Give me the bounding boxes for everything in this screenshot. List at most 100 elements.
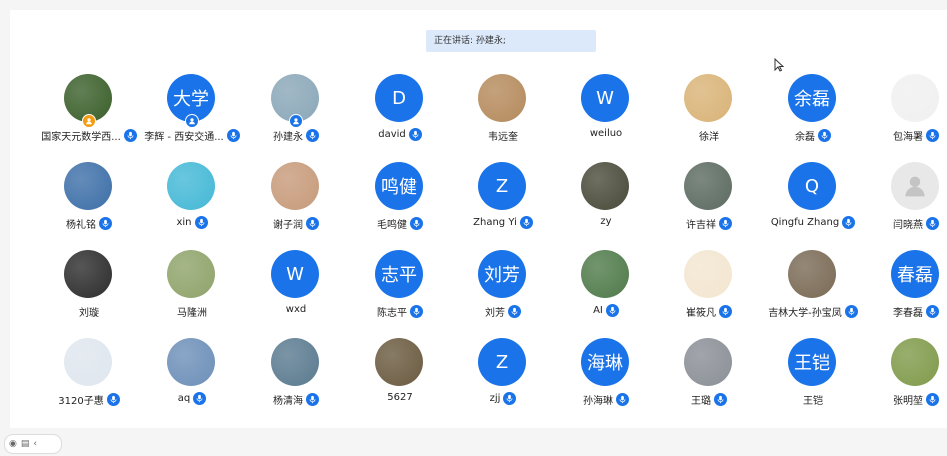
participant-tile[interactable]: 志平 陈志平 — [348, 250, 452, 336]
host-badge-icon — [185, 114, 199, 128]
microphone-icon — [616, 393, 629, 406]
avatar — [167, 338, 215, 386]
participant-tile[interactable]: Wweiluo — [554, 74, 658, 160]
microphone-icon — [926, 305, 939, 318]
participant-name: AI — [593, 305, 603, 316]
participant-tile[interactable]: 张明堃 — [864, 338, 947, 424]
participant-tile[interactable]: 余磊 余磊 — [761, 74, 865, 160]
participant-tile[interactable]: Q Qingfu Zhang — [761, 162, 865, 248]
participant-tile[interactable]: Ddavid — [348, 74, 452, 160]
participant-tile[interactable]: Zzjj — [451, 338, 555, 424]
collapse-icon[interactable]: ‹ — [33, 439, 37, 449]
avatar-initials: 志平 — [381, 265, 417, 286]
avatar — [64, 162, 112, 210]
participant-tile[interactable]: 3120子惠 — [37, 338, 141, 424]
participant-tile[interactable]: 大学李辉 - 西安交通... — [140, 74, 244, 160]
participant-tile[interactable]: 海琳 孙海琳 — [554, 338, 658, 424]
default-user-icon — [905, 176, 925, 197]
avatar — [64, 250, 112, 298]
participant-tile[interactable]: 包海署 — [864, 74, 947, 160]
participant-tile[interactable]: AI — [554, 250, 658, 336]
microphone-icon — [719, 305, 732, 318]
participant-name: 崔筱凡 — [686, 308, 716, 319]
participant-tile[interactable]: 刘芳 刘芳 — [451, 250, 555, 336]
participant-name: 韦远奎 — [488, 132, 518, 143]
microphone-icon — [306, 129, 319, 142]
participant-tile[interactable]: 王铠 王铠 — [761, 338, 865, 424]
participant-tile[interactable]: 谢子润 — [244, 162, 348, 248]
participant-tile[interactable]: 国家天元数学西... — [37, 74, 141, 160]
participant-tile[interactable]: 杨清海 — [244, 338, 348, 424]
participant-tile[interactable]: Wwxd — [244, 250, 348, 336]
participant-tile[interactable]: 崔筱凡 — [657, 250, 761, 336]
avatar — [891, 74, 939, 122]
participant-tile[interactable]: 王璐 — [657, 338, 761, 424]
participant-tile[interactable]: 徐洋 — [657, 74, 761, 160]
avatar — [478, 74, 526, 122]
microphone-icon — [408, 128, 422, 141]
bottom-toolbar[interactable]: ◉ ▤ ‹ — [4, 434, 62, 454]
microphone-icon — [926, 129, 939, 142]
avatar: Q — [788, 162, 836, 210]
host-badge-icon — [289, 114, 303, 128]
participant-name: 余磊 — [795, 132, 815, 143]
avatar-initials: W — [596, 87, 614, 109]
avatar — [788, 250, 836, 298]
meeting-gallery: 正在讲话: 孙建永; 国家天元数学西... 大学 李辉 - 西安交通... 孙建永 Dd… — [10, 10, 947, 428]
participant-tile[interactable]: 韦远奎 — [451, 74, 555, 160]
participant-name: 刘璇 — [79, 308, 99, 319]
participant-tile[interactable]: xin — [140, 162, 244, 248]
avatar — [684, 162, 732, 210]
avatar: 鸣健 — [375, 162, 423, 210]
avatar — [684, 338, 732, 386]
participant-name: 许吉祥 — [686, 220, 716, 231]
participant-name: 刘芳 — [485, 308, 505, 319]
participant-name: david — [378, 129, 406, 140]
participant-tile[interactable]: 闫晓燕 — [864, 162, 947, 248]
participant-name: 包海署 — [893, 132, 923, 143]
avatar — [167, 250, 215, 298]
avatar-initials: 鸣健 — [381, 177, 417, 198]
avatar-initials: Z — [495, 351, 509, 373]
microphone-icon — [503, 392, 517, 405]
microphone-icon — [123, 129, 137, 142]
avatar: Z — [478, 162, 526, 210]
participant-tile[interactable]: aq — [140, 338, 244, 424]
participant-name: 马隆洲 — [177, 308, 207, 319]
microphone-icon — [508, 305, 521, 318]
participant-tile[interactable]: Z Zhang Yi — [451, 162, 555, 248]
avatar: D — [375, 74, 423, 122]
participant-tile[interactable]: 鸣健 毛鸣健 — [348, 162, 452, 248]
participant-name: 王璐 — [691, 396, 711, 407]
microphone-icon — [193, 392, 207, 405]
microphone-icon — [926, 217, 939, 230]
avatar-initials: 海琳 — [587, 353, 623, 374]
avatar-initials: Z — [495, 175, 509, 197]
microphone-icon — [306, 393, 319, 406]
participant-tile[interactable]: 杨礼铭 — [37, 162, 141, 248]
chat-icon[interactable]: ▤ — [21, 439, 30, 449]
participant-tile[interactable]: 刘璇 — [37, 250, 141, 336]
participant-name: zy — [600, 216, 612, 227]
avatar-initials: 春磊 — [897, 265, 933, 286]
participant-tile[interactable]: 许吉祥 — [657, 162, 761, 248]
participant-tile[interactable]: 5627 — [348, 338, 452, 424]
participant-tile[interactable]: 吉林大学-孙宝凤 — [761, 250, 865, 336]
participant-name: zjj — [489, 393, 501, 404]
avatar — [581, 250, 629, 298]
participant-tile[interactable]: 马隆洲 — [140, 250, 244, 336]
avatar-initials: 大学 — [173, 89, 209, 110]
microphone-icon — [842, 216, 856, 229]
avatar: 春磊 — [891, 250, 939, 298]
avatar — [271, 162, 319, 210]
avatar — [271, 338, 319, 386]
microphone-icon — [410, 305, 423, 318]
microphone-icon — [194, 216, 208, 229]
participant-tile[interactable]: 孙建永 — [244, 74, 348, 160]
participant-tile[interactable]: zy — [554, 162, 658, 248]
record-icon[interactable]: ◉ — [9, 439, 17, 449]
participant-name: xin — [176, 217, 192, 228]
participant-name: Zhang Yi — [473, 217, 517, 228]
participant-name: 李辉 - 西安交通... — [144, 132, 224, 143]
participant-tile[interactable]: 春磊 李春磊 — [864, 250, 947, 336]
